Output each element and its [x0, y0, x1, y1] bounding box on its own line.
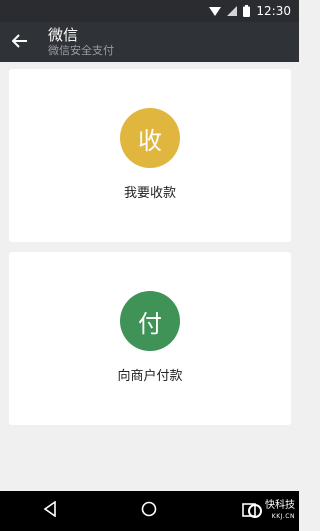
watermark-text: 快科技 — [265, 500, 295, 511]
status-bar: 12:30 — [0, 0, 299, 22]
home-circle-icon — [141, 501, 157, 521]
arrow-left-icon — [11, 33, 28, 52]
page-subtitle: 微信安全支付 — [48, 44, 114, 57]
wifi-icon — [209, 6, 222, 16]
watermark: 快科技 KKJ.CN — [248, 500, 295, 522]
receive-money-label: 我要收款 — [123, 186, 176, 201]
watermark-logo-icon — [248, 504, 262, 518]
back-triangle-icon — [43, 500, 57, 521]
pay-merchant-card[interactable]: 付 向商户付款 — [9, 252, 291, 425]
receive-icon: 收 — [120, 108, 180, 168]
page-title: 微信 — [48, 26, 79, 44]
app-bar: 微信 微信安全支付 — [0, 22, 299, 62]
nav-home-button[interactable] — [129, 491, 169, 531]
pay-icon: 付 — [120, 291, 180, 351]
main-content: 收 我要收款 付 向商户付款 — [0, 62, 299, 491]
back-button[interactable] — [0, 22, 40, 62]
watermark-subtext: KKJ.CN — [271, 513, 295, 520]
clock-time: 12:30 — [256, 4, 291, 18]
battery-icon — [243, 5, 251, 17]
signal-icon — [227, 6, 238, 16]
receive-money-card[interactable]: 收 我要收款 — [9, 69, 291, 242]
pay-merchant-label: 向商户付款 — [117, 369, 183, 384]
title-group: 微信 微信安全支付 — [48, 26, 114, 58]
nav-back-button[interactable] — [30, 491, 70, 531]
